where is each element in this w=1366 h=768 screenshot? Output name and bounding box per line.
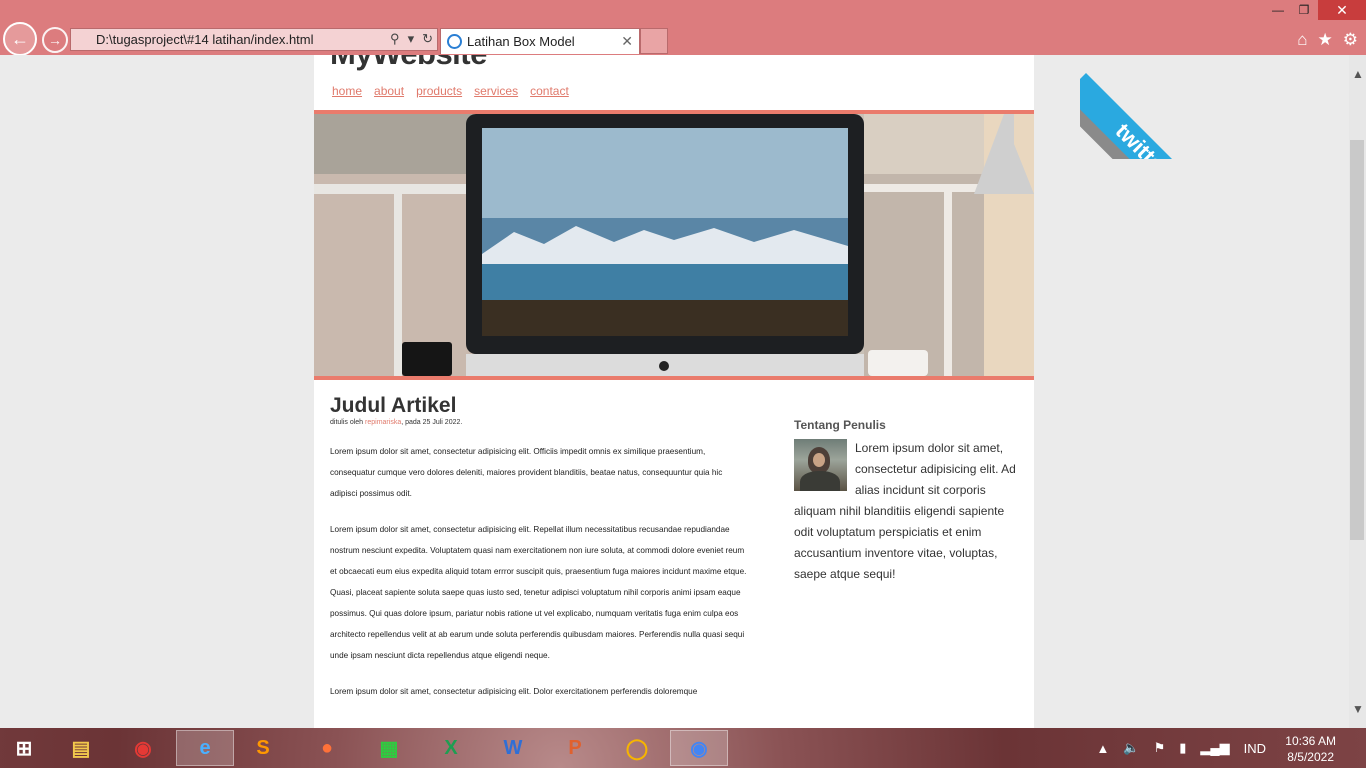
dropdown-icon[interactable]: ▾ bbox=[408, 31, 415, 47]
show-hidden-icons-icon[interactable]: ▲ bbox=[1097, 741, 1110, 756]
settings-gear-icon[interactable]: ⚙ bbox=[1343, 30, 1358, 50]
folder-icon: ▤ bbox=[71, 737, 91, 760]
address-text: D:\tugasproject\#14 latihan/index.html bbox=[96, 32, 314, 47]
arrow-left-icon: ← bbox=[11, 28, 29, 49]
hero-image bbox=[314, 110, 1034, 380]
taskbar-word[interactable]: W bbox=[484, 730, 542, 766]
main-menu: home about products services contact bbox=[332, 84, 569, 98]
windows-logo-icon: ⊞ bbox=[15, 737, 33, 760]
home-icon[interactable]: ⌂ bbox=[1297, 30, 1307, 50]
article-title: Judul Artikel bbox=[330, 394, 457, 417]
favorites-star-icon[interactable]: ★ bbox=[1318, 30, 1333, 50]
xampp-icon: ◯ bbox=[625, 737, 649, 760]
ie-icon: e bbox=[199, 736, 211, 759]
minimize-button[interactable]: — bbox=[1266, 0, 1290, 20]
vertical-scrollbar[interactable]: ▲ ▼ bbox=[1349, 55, 1366, 728]
forward-button[interactable]: → bbox=[42, 27, 68, 53]
volume-icon[interactable]: 🔈 bbox=[1123, 740, 1139, 756]
chrome-icon: ◉ bbox=[690, 737, 708, 760]
ie-icon bbox=[447, 34, 462, 49]
clock-time: 10:36 AM bbox=[1285, 734, 1336, 748]
browser-chrome: ← → D:\tugasproject\#14 latihan/index.ht… bbox=[0, 0, 1366, 56]
author-avatar bbox=[794, 439, 847, 491]
taskbar-store[interactable]: ▦ bbox=[360, 730, 418, 766]
arrow-right-icon: → bbox=[48, 32, 62, 48]
taskbar-powerpoint[interactable]: P bbox=[546, 730, 604, 766]
signal-icon[interactable]: ▂▄▆ bbox=[1200, 740, 1229, 756]
menu-home[interactable]: home bbox=[332, 84, 362, 98]
new-tab-button[interactable] bbox=[640, 28, 668, 54]
sidebar-heading: Tentang Penulis bbox=[794, 418, 886, 432]
word-icon: W bbox=[503, 736, 523, 759]
refresh-icon[interactable]: ↻ bbox=[422, 31, 433, 47]
recorder-icon: ◉ bbox=[134, 737, 152, 760]
site-title: MyWebsite bbox=[330, 55, 487, 72]
clock[interactable]: 10:36 AM 8/5/2022 bbox=[1285, 733, 1336, 765]
battery-icon[interactable]: ▮ bbox=[1179, 740, 1186, 756]
powerpoint-icon: P bbox=[568, 736, 582, 759]
taskbar-internet-explorer[interactable]: e bbox=[176, 730, 234, 766]
excel-icon: X bbox=[444, 736, 458, 759]
taskbar: ⊞ ▤ ◉ e S ● ▦ X W P ◯ ◉ ▲ 🔈 ⚑ ▮ ▂▄▆ IND … bbox=[0, 728, 1366, 768]
taskbar-excel[interactable]: X bbox=[422, 730, 480, 766]
taskbar-firefox[interactable]: ● bbox=[298, 730, 356, 766]
article: Judul Artikel ditulis oleh repimariska, … bbox=[330, 391, 750, 702]
system-tray: ▲ 🔈 ⚑ ▮ ▂▄▆ IND bbox=[1097, 740, 1266, 756]
page-container: MyWebsite home about products services c… bbox=[314, 55, 1034, 728]
taskbar-xampp[interactable]: ◯ bbox=[608, 730, 666, 766]
scroll-down-icon[interactable]: ▼ bbox=[1352, 702, 1364, 716]
taskbar-sublime-text[interactable]: S bbox=[234, 730, 292, 766]
language-indicator[interactable]: IND bbox=[1244, 741, 1266, 756]
flag-icon[interactable]: ⚑ bbox=[1154, 740, 1166, 756]
article-paragraph: Lorem ipsum dolor sit amet, consectetur … bbox=[330, 525, 747, 660]
taskbar-file-explorer[interactable]: ▤ bbox=[52, 730, 110, 766]
page-viewport: MyWebsite home about products services c… bbox=[0, 55, 1349, 728]
firefox-icon: ● bbox=[320, 736, 334, 759]
menu-about[interactable]: about bbox=[374, 84, 404, 98]
twitter-ribbon-label: twitter bbox=[1080, 73, 1206, 159]
sublime-icon: S bbox=[256, 736, 270, 759]
article-paragraph: Lorem ipsum dolor sit amet, consectetur … bbox=[330, 447, 723, 498]
author-link[interactable]: repimariska bbox=[365, 419, 401, 426]
address-bar[interactable]: D:\tugasproject\#14 latihan/index.html ⚲… bbox=[70, 28, 438, 51]
start-button[interactable]: ⊞ bbox=[0, 730, 48, 766]
author-sidebar: Tentang Penulis Lorem ipsum dolor sit am… bbox=[794, 418, 1024, 585]
scroll-thumb[interactable] bbox=[1350, 140, 1364, 540]
clock-date: 8/5/2022 bbox=[1287, 750, 1334, 764]
taskbar-chrome[interactable]: ◉ bbox=[670, 730, 728, 766]
author-bio: Lorem ipsum dolor sit amet, consectetur … bbox=[794, 438, 1024, 585]
scroll-up-icon[interactable]: ▲ bbox=[1352, 67, 1364, 81]
menu-products[interactable]: products bbox=[416, 84, 462, 98]
article-paragraph: Lorem ipsum dolor sit amet, consectetur … bbox=[330, 687, 698, 696]
close-tab-icon[interactable]: ✕ bbox=[621, 33, 633, 50]
back-button[interactable]: ← bbox=[3, 22, 37, 56]
menu-services[interactable]: services bbox=[474, 84, 518, 98]
hero-desk-illustration bbox=[314, 114, 1034, 376]
search-icon[interactable]: ⚲ bbox=[390, 31, 400, 47]
store-icon: ▦ bbox=[379, 737, 399, 760]
tab-title: Latihan Box Model bbox=[467, 34, 575, 49]
menu-contact[interactable]: contact bbox=[530, 84, 569, 98]
taskbar-screen-recorder[interactable]: ◉ bbox=[114, 730, 172, 766]
close-window-button[interactable]: ✕ bbox=[1318, 0, 1366, 20]
restore-button[interactable]: ❐ bbox=[1292, 0, 1316, 20]
tab-latihan-box-model[interactable]: Latihan Box Model ✕ bbox=[440, 28, 640, 54]
twitter-ribbon[interactable]: twitter bbox=[1080, 55, 1206, 159]
article-meta: ditulis oleh repimariska, pada 25 Juli 2… bbox=[330, 419, 463, 426]
